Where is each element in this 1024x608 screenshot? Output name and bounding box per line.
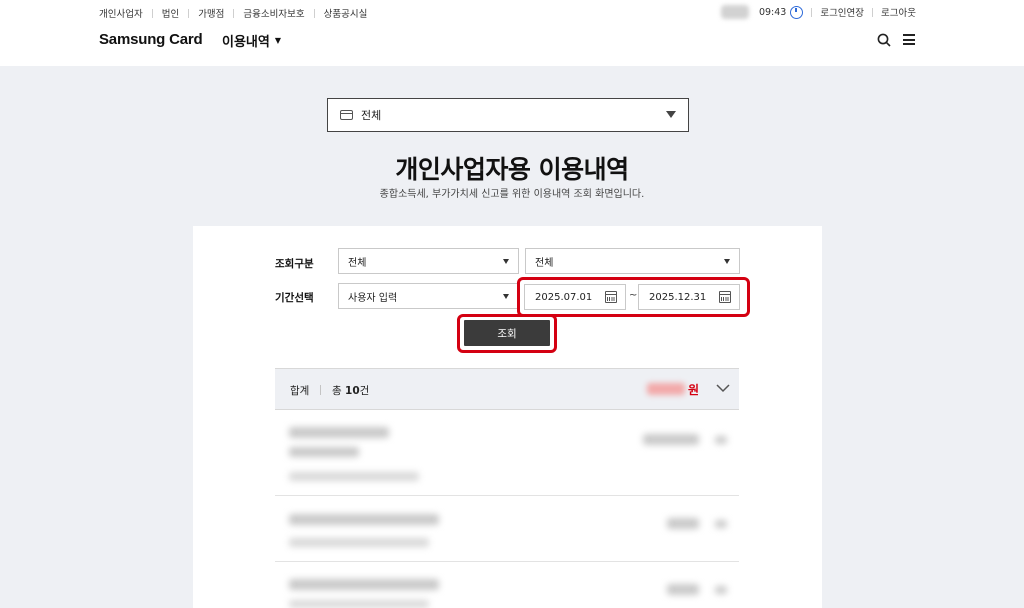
hamburger-menu-icon[interactable] (903, 34, 915, 45)
util-nav-consumer-protection[interactable]: 금융소비자보호 (243, 6, 304, 20)
dropdown-arrow-icon (503, 294, 509, 299)
util-nav-merchant[interactable]: 가맹점 (198, 6, 224, 20)
search-icon[interactable] (877, 33, 891, 47)
util-nav-corporate[interactable]: 법인 (162, 6, 179, 20)
session-time: 09:43 (758, 6, 787, 18)
util-nav-personal-business[interactable]: 개인사업자 (99, 6, 143, 20)
chevron-down-icon[interactable] (716, 381, 730, 395)
card-selector[interactable]: 전체 (327, 98, 689, 132)
category-select-2-value: 전체 (535, 257, 554, 269)
currency-label: 원 (688, 383, 700, 397)
summary-bar[interactable]: 합계 총 10건 원 (275, 368, 739, 410)
redacted-text (289, 579, 439, 590)
brand-logo[interactable]: Samsung Card (99, 31, 203, 48)
category-select-2[interactable]: 전체 (525, 248, 740, 274)
redacted-text (289, 600, 429, 608)
util-nav-product-disclosure[interactable]: 상품공시실 (324, 6, 368, 20)
count-value: 10 (345, 385, 360, 397)
card-selector-value: 전체 (361, 109, 382, 122)
dropdown-arrow-icon (503, 259, 509, 264)
category-label: 조회구분 (275, 258, 314, 270)
divider (151, 8, 153, 18)
redacted-amount (667, 584, 699, 595)
caret-down-icon: ▼ (274, 36, 281, 45)
redacted-chevron (715, 586, 727, 594)
redacted-chevron (715, 436, 727, 444)
divider (188, 8, 190, 18)
divider (320, 385, 321, 395)
redacted-text (289, 538, 429, 547)
total-amount-redacted (647, 383, 685, 395)
dropdown-arrow-icon (724, 259, 730, 264)
clock-icon (790, 5, 804, 19)
redacted-chevron (715, 520, 727, 528)
dropdown-arrow-icon (666, 111, 676, 118)
utility-nav: 개인사업자 법인 가맹점 금융소비자보호 상품공시실 (99, 6, 367, 20)
search-button-highlight (457, 314, 557, 353)
redacted-text (289, 427, 389, 438)
divider (811, 7, 813, 17)
list-item[interactable] (275, 562, 739, 608)
user-name-redacted (720, 5, 749, 19)
summary-count: 총 10건 (332, 383, 369, 398)
extend-login-link[interactable]: 로그인연장 (820, 5, 864, 19)
page-title: 개인사업자용 이용내역 (395, 155, 629, 184)
page-subtitle: 종합소득세, 부가가치세 신고를 위한 이용내역 조회 화면입니다. (379, 189, 645, 200)
divider (313, 8, 315, 18)
period-select-value: 사용자 입력 (348, 292, 398, 304)
divider (233, 8, 235, 18)
redacted-text (289, 472, 419, 481)
period-label: 기간선택 (275, 292, 314, 304)
date-range-highlight (517, 277, 750, 317)
redacted-text (289, 447, 359, 457)
summary-label: 합계 (290, 385, 310, 397)
category-select-1[interactable]: 전체 (338, 248, 519, 274)
redacted-amount (643, 434, 699, 445)
session-nav: 09:43 로그인연장 로그아웃 (720, 5, 916, 19)
redacted-amount (667, 518, 699, 529)
list-item[interactable] (275, 496, 739, 562)
divider (872, 7, 874, 17)
menu-title-dropdown[interactable]: 이용내역 ▼ (222, 31, 281, 50)
top-header: 개인사업자 법인 가맹점 금융소비자보호 상품공시실 09:43 로그인연장 로… (0, 0, 1024, 66)
redacted-text (289, 514, 439, 525)
count-prefix: 총 (332, 385, 342, 397)
menu-title-label: 이용내역 (222, 35, 270, 50)
logout-link[interactable]: 로그아웃 (881, 5, 916, 19)
category-select-1-value: 전체 (348, 257, 367, 269)
count-suffix: 건 (359, 385, 370, 397)
list-item[interactable] (275, 412, 739, 496)
period-select[interactable]: 사용자 입력 (338, 283, 519, 309)
credit-card-icon (340, 110, 353, 120)
